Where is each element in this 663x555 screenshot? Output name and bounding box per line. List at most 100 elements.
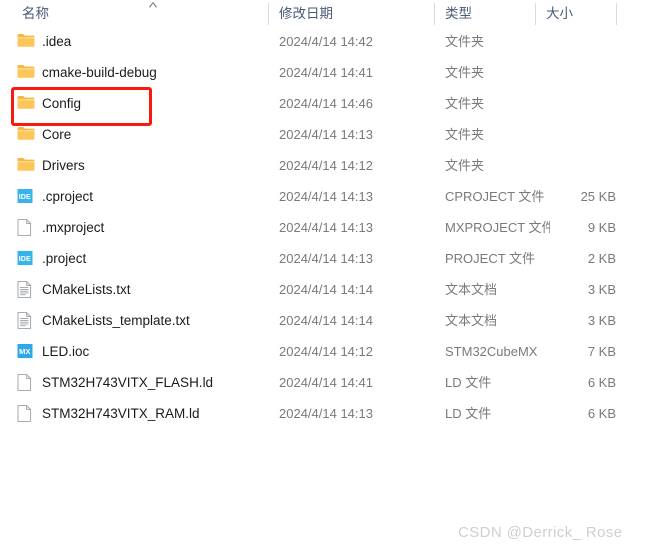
column-header-size[interactable]: 大小 bbox=[536, 0, 616, 26]
file-name-label: CMakeLists.txt bbox=[42, 282, 131, 297]
file-size-cell: 6 KB bbox=[587, 406, 616, 421]
watermark-text: CSDN @Derrick_ Rose bbox=[458, 524, 623, 541]
file-size-cell bbox=[556, 57, 616, 88]
file-name-label: STM32H743VITX_RAM.ld bbox=[42, 406, 200, 421]
folder-icon bbox=[17, 95, 35, 112]
file-name-cell[interactable]: STM32H743VITX_RAM.ld bbox=[17, 398, 267, 429]
text-file-icon bbox=[17, 312, 35, 329]
column-header-bar: 名称 修改日期 类型 大小 bbox=[0, 0, 663, 26]
file-name-cell[interactable]: .idea bbox=[17, 26, 267, 57]
file-type-cell: 文件夹 bbox=[445, 65, 485, 80]
blank-file-icon bbox=[17, 405, 35, 422]
file-date-cell: 2024/4/14 14:13 bbox=[279, 220, 373, 235]
file-date-cell: 2024/4/14 14:13 bbox=[279, 189, 373, 204]
ide-file-icon: IDE bbox=[17, 250, 35, 267]
file-date-cell: 2024/4/14 14:14 bbox=[279, 313, 373, 328]
file-name-label: .cproject bbox=[42, 189, 94, 204]
file-type-cell: 文件夹 bbox=[445, 34, 485, 49]
file-name-cell[interactable]: CMakeLists_template.txt bbox=[17, 305, 267, 336]
file-size-cell bbox=[556, 119, 616, 150]
cubemx-file-icon: MX bbox=[17, 343, 35, 360]
file-type-cell: LD 文件 bbox=[445, 406, 492, 421]
file-size-cell: 6 KB bbox=[587, 375, 616, 390]
file-explorer-window: 名称 修改日期 类型 大小 .idea 2024/4/14 14:42 文件夹 cma… bbox=[0, 0, 663, 555]
svg-text:IDE: IDE bbox=[19, 254, 31, 263]
file-date-cell: 2024/4/14 14:13 bbox=[279, 251, 373, 266]
file-row[interactable]: .mxproject 2024/4/14 14:13 MXPROJECT 文件 9 K… bbox=[0, 212, 663, 243]
file-type-cell: 文件夹 bbox=[445, 158, 485, 173]
file-name-cell[interactable]: Core bbox=[17, 119, 267, 150]
file-date-cell: 2024/4/14 14:12 bbox=[279, 344, 373, 359]
file-size-cell: 25 KB bbox=[580, 189, 616, 204]
file-date-cell: 2024/4/14 14:46 bbox=[279, 96, 373, 111]
file-name-cell[interactable]: STM32H743VITX_FLASH.ld bbox=[17, 367, 267, 398]
file-row[interactable]: CMakeLists.txt 2024/4/14 14:14 文本文档 3 KB bbox=[0, 274, 663, 305]
file-name-cell[interactable]: CMakeLists.txt bbox=[17, 274, 267, 305]
file-name-label: .project bbox=[42, 251, 87, 266]
file-name-cell[interactable]: cmake-build-debug bbox=[17, 57, 267, 88]
column-header-type[interactable]: 类型 bbox=[435, 0, 535, 26]
file-name-label: CMakeLists_template.txt bbox=[42, 313, 190, 328]
file-name-label: Config bbox=[42, 96, 82, 111]
file-size-cell bbox=[556, 26, 616, 57]
file-size-cell: 2 KB bbox=[587, 251, 616, 266]
file-type-cell: LD 文件 bbox=[445, 375, 492, 390]
file-row[interactable]: STM32H743VITX_RAM.ld 2024/4/14 14:13 LD 文件… bbox=[0, 398, 663, 429]
file-size-cell: 7 KB bbox=[587, 344, 616, 359]
file-row[interactable]: IDE .cproject 2024/4/14 14:13 CPROJECT 文件 25… bbox=[0, 181, 663, 212]
file-name-label: .mxproject bbox=[42, 220, 105, 235]
blank-file-icon bbox=[17, 219, 35, 236]
file-name-cell[interactable]: Drivers bbox=[17, 150, 267, 181]
file-size-cell: 3 KB bbox=[587, 282, 616, 297]
file-type-cell: 文件夹 bbox=[445, 127, 485, 142]
file-row[interactable]: Core 2024/4/14 14:13 文件夹 bbox=[0, 119, 663, 150]
file-size-cell: 3 KB bbox=[587, 313, 616, 328]
file-size-cell bbox=[556, 88, 616, 119]
file-name-cell[interactable]: IDE .project bbox=[17, 243, 267, 274]
file-name-label: .idea bbox=[42, 34, 72, 49]
column-header-name[interactable]: 名称 bbox=[12, 0, 268, 26]
file-date-cell: 2024/4/14 14:14 bbox=[279, 282, 373, 297]
file-name-label: STM32H743VITX_FLASH.ld bbox=[42, 375, 214, 390]
column-divider-4[interactable] bbox=[616, 3, 617, 25]
file-row[interactable]: Drivers 2024/4/14 14:12 文件夹 bbox=[0, 150, 663, 181]
file-date-cell: 2024/4/14 14:13 bbox=[279, 127, 373, 142]
file-name-label: Drivers bbox=[42, 158, 85, 173]
file-list: .idea 2024/4/14 14:42 文件夹 cmake-build-debug… bbox=[0, 26, 663, 446]
file-name-label: cmake-build-debug bbox=[42, 65, 157, 80]
folder-icon bbox=[17, 33, 35, 50]
column-header-date-modified[interactable]: 修改日期 bbox=[269, 0, 434, 26]
file-name-label: Core bbox=[42, 127, 72, 142]
file-name-label: LED.ioc bbox=[42, 344, 90, 359]
file-type-cell: CPROJECT 文件 bbox=[445, 189, 545, 204]
file-row[interactable]: .idea 2024/4/14 14:42 文件夹 bbox=[0, 26, 663, 57]
file-name-cell[interactable]: .mxproject bbox=[17, 212, 267, 243]
file-type-cell: PROJECT 文件 bbox=[445, 251, 536, 266]
folder-icon bbox=[17, 157, 35, 174]
file-type-cell: 文本文档 bbox=[445, 282, 498, 297]
file-type-cell: 文件夹 bbox=[445, 96, 485, 111]
file-date-cell: 2024/4/14 14:41 bbox=[279, 375, 373, 390]
file-name-cell[interactable]: MX LED.ioc bbox=[17, 336, 267, 367]
svg-text:IDE: IDE bbox=[19, 192, 31, 201]
file-row[interactable]: MX LED.ioc 2024/4/14 14:12 STM32CubeMX 7 KB bbox=[0, 336, 663, 367]
file-type-cell: STM32CubeMX bbox=[445, 344, 538, 359]
file-date-cell: 2024/4/14 14:12 bbox=[279, 158, 373, 173]
file-row[interactable]: cmake-build-debug 2024/4/14 14:41 文件夹 bbox=[0, 57, 663, 88]
file-name-cell[interactable]: IDE .cproject bbox=[17, 181, 267, 212]
folder-icon bbox=[17, 64, 35, 81]
file-type-cell: 文本文档 bbox=[445, 313, 498, 328]
blank-file-icon bbox=[17, 374, 35, 391]
file-size-cell bbox=[556, 150, 616, 181]
file-size-cell: 9 KB bbox=[587, 220, 616, 235]
file-row[interactable]: STM32H743VITX_FLASH.ld 2024/4/14 14:41 LD … bbox=[0, 367, 663, 398]
text-file-icon bbox=[17, 281, 35, 298]
ide-file-icon: IDE bbox=[17, 188, 35, 205]
file-row[interactable]: CMakeLists_template.txt 2024/4/14 14:14 文本… bbox=[0, 305, 663, 336]
file-row[interactable]: Config 2024/4/14 14:46 文件夹 bbox=[0, 88, 663, 119]
file-type-cell: MXPROJECT 文件 bbox=[445, 220, 550, 235]
file-date-cell: 2024/4/14 14:13 bbox=[279, 406, 373, 421]
file-name-cell[interactable]: Config bbox=[17, 88, 267, 119]
file-date-cell: 2024/4/14 14:41 bbox=[279, 65, 373, 80]
file-row[interactable]: IDE .project 2024/4/14 14:13 PROJECT 文件 2 KB bbox=[0, 243, 663, 274]
